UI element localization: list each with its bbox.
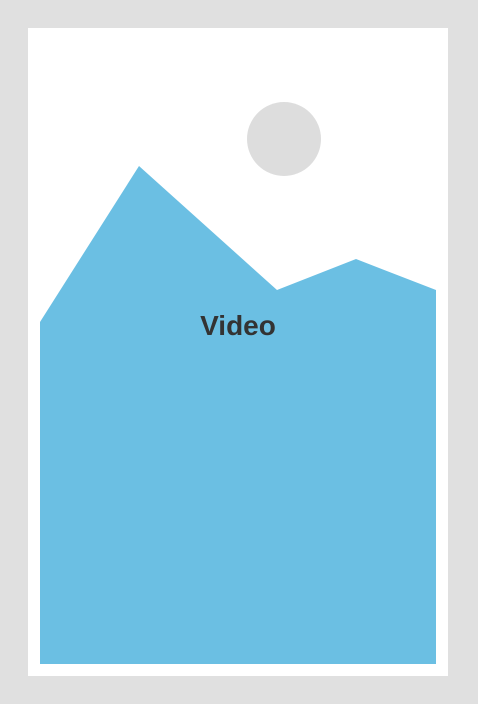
sun-icon bbox=[247, 102, 321, 176]
image-placeholder-icon bbox=[40, 102, 436, 664]
video-frame: Video bbox=[28, 28, 448, 676]
mountain-icon bbox=[40, 166, 436, 664]
video-label: Video bbox=[200, 310, 276, 341]
video-placeholder[interactable]: Video bbox=[40, 40, 436, 664]
